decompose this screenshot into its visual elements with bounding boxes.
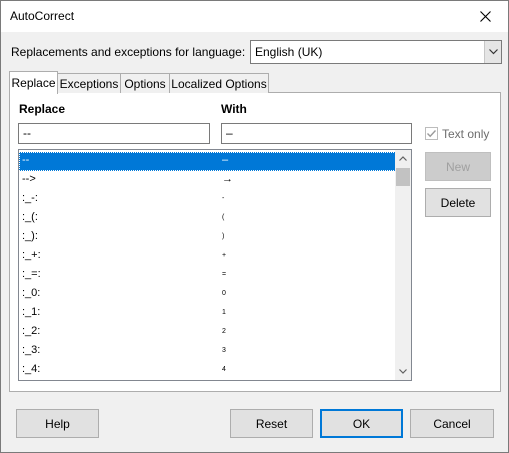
close-button[interactable] xyxy=(463,1,508,32)
reset-button[interactable]: Reset xyxy=(230,409,313,438)
with-cell: ( xyxy=(222,214,225,221)
replace-cell: :_4: xyxy=(22,363,41,375)
with-cell: 3 xyxy=(222,347,226,354)
scroll-down-button[interactable] xyxy=(395,363,411,380)
close-icon xyxy=(480,11,491,22)
with-cell: → xyxy=(222,173,233,185)
replace-cell: :_2: xyxy=(22,325,41,337)
list-item[interactable]: :_3: 3 xyxy=(19,342,396,361)
with-cell: – xyxy=(222,154,229,166)
cancel-button[interactable]: Cancel xyxy=(410,409,494,438)
list-item[interactable]: :_=: = xyxy=(19,266,396,285)
replace-cell: :_3: xyxy=(22,344,41,356)
list-item[interactable]: :_+: + xyxy=(19,247,396,266)
with-cell: ) xyxy=(222,233,225,240)
replace-cell: --> xyxy=(22,173,36,185)
title-bar: AutoCorrect xyxy=(1,1,508,32)
with-cell: = xyxy=(222,271,227,278)
with-cell: 2 xyxy=(222,328,226,335)
replace-cell: :_=: xyxy=(22,268,41,280)
list-item[interactable]: :_): ) xyxy=(19,228,396,247)
scroll-up-button[interactable] xyxy=(395,150,411,167)
with-cell: 4 xyxy=(222,366,226,373)
list-item[interactable]: -- – xyxy=(19,152,396,171)
language-select[interactable]: English (UK) xyxy=(250,40,502,64)
language-value: English (UK) xyxy=(255,45,323,59)
replacement-list[interactable]: -- – --> → :_-: - :_(: ( :_): ) :_+: + :… xyxy=(18,149,412,381)
text-only-label: Text only xyxy=(442,127,490,141)
with-cell: + xyxy=(222,252,227,259)
chevron-up-icon xyxy=(399,156,407,161)
with-column-header: With xyxy=(221,102,247,116)
replace-cell: :_+: xyxy=(22,249,41,261)
autocorrect-dialog: AutoCorrect Replacements and exceptions … xyxy=(0,0,509,453)
language-label: Replacements and exceptions for language… xyxy=(11,45,246,59)
tab-localized-options[interactable]: Localized Options xyxy=(169,73,269,93)
list-item[interactable]: :_-: - xyxy=(19,190,396,209)
replace-cell: -- xyxy=(22,154,30,166)
tab-exceptions[interactable]: Exceptions xyxy=(57,73,121,93)
scroll-thumb[interactable] xyxy=(396,168,410,186)
replace-cell: :_): xyxy=(22,230,38,242)
list-item[interactable]: :_(: ( xyxy=(19,209,396,228)
with-cell: - xyxy=(222,195,225,202)
delete-button[interactable]: Delete xyxy=(425,188,491,217)
replace-cell: :_1: xyxy=(22,306,41,318)
replace-input[interactable]: -- xyxy=(18,123,210,144)
with-cell: 0 xyxy=(222,290,226,297)
list-item[interactable]: :_4: 4 xyxy=(19,361,396,380)
new-button[interactable]: New xyxy=(425,152,491,181)
replace-cell: :_-: xyxy=(22,192,38,204)
list-item[interactable]: --> → xyxy=(19,171,396,190)
checkmark-icon xyxy=(427,130,437,138)
replace-cell: :_(: xyxy=(22,211,38,223)
list-scrollbar[interactable] xyxy=(395,150,411,380)
replace-cell: :_0: xyxy=(22,287,41,299)
with-input[interactable]: – xyxy=(221,123,412,144)
ok-button[interactable]: OK xyxy=(320,409,403,438)
list-item[interactable]: :_0: 0 xyxy=(19,285,396,304)
text-only-checkbox[interactable] xyxy=(425,127,438,140)
tab-options[interactable]: Options xyxy=(120,73,170,93)
window-title: AutoCorrect xyxy=(10,9,75,23)
chevron-down-icon xyxy=(399,369,407,374)
chevron-down-icon[interactable] xyxy=(484,41,501,63)
help-button[interactable]: Help xyxy=(16,409,99,438)
list-item[interactable]: :_2: 2 xyxy=(19,323,396,342)
replace-column-header: Replace xyxy=(19,102,66,116)
with-cell: 1 xyxy=(222,309,226,316)
tab-replace[interactable]: Replace xyxy=(9,71,58,94)
list-item[interactable]: :_1: 1 xyxy=(19,304,396,323)
